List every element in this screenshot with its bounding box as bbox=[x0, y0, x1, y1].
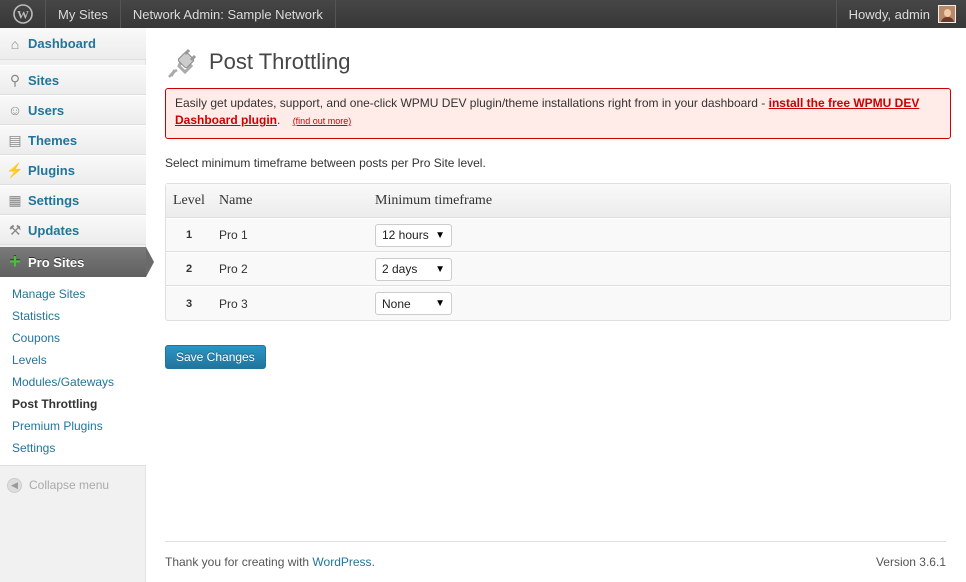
admin-bar: W My Sites Network Admin: Sample Network… bbox=[0, 0, 966, 28]
table-row: 3 Pro 3 None ▼ bbox=[166, 286, 950, 320]
howdy-label: Howdy, admin bbox=[848, 6, 930, 22]
submenu-levels[interactable]: Levels bbox=[0, 349, 146, 371]
main-content: Post Throttling Easily get updates, supp… bbox=[165, 28, 951, 369]
footer: Thank you for creating with WordPress. V… bbox=[165, 541, 946, 569]
timeframe-cell: 12 hours ▼ bbox=[368, 218, 950, 252]
wordpress-link[interactable]: WordPress bbox=[312, 555, 371, 569]
admin-bar-spacer bbox=[336, 0, 836, 28]
submenu-settings[interactable]: Settings bbox=[0, 437, 146, 459]
sidebar-item-sites[interactable]: ⚲ Sites bbox=[0, 65, 146, 95]
table-row: 2 Pro 2 2 days ▼ bbox=[166, 252, 950, 286]
sidebar-item-settings[interactable]: ▦ Settings bbox=[0, 185, 146, 215]
timeframe-cell: 2 days ▼ bbox=[368, 252, 950, 286]
level-cell: 2 bbox=[166, 252, 212, 286]
timeframe-select-pro-3[interactable]: None ▼ bbox=[375, 292, 452, 315]
timeframe-select-pro-2[interactable]: 2 days ▼ bbox=[375, 257, 452, 281]
pro-sites-submenu: Manage Sites Statistics Coupons Levels M… bbox=[0, 277, 146, 466]
plug-icon bbox=[168, 48, 197, 78]
collapse-arrow-icon: ◀ bbox=[7, 477, 22, 493]
chevron-down-icon: ▼ bbox=[435, 229, 445, 241]
plugins-icon: ⚡ bbox=[6, 161, 24, 178]
sites-icon: ⚲ bbox=[9, 71, 21, 88]
footer-version: Version 3.6.1 bbox=[875, 555, 946, 569]
submenu-manage-sites[interactable]: Manage Sites bbox=[0, 283, 146, 305]
sidebar-item-label: Updates bbox=[28, 222, 80, 238]
footer-thanks-text: Thank you for creating with bbox=[165, 555, 310, 569]
wordpress-logo-button[interactable]: W bbox=[0, 0, 46, 28]
sidebar-item-label: Themes bbox=[28, 132, 78, 148]
find-out-more-link[interactable]: (find out more) bbox=[293, 116, 352, 126]
select-value: 12 hours bbox=[382, 228, 429, 242]
sidebar-item-users[interactable]: ☺ Users bbox=[0, 95, 146, 125]
submenu-coupons[interactable]: Coupons bbox=[0, 327, 146, 349]
page-header: Post Throttling bbox=[165, 36, 951, 88]
sidebar-item-dashboard[interactable]: ⌂ Dashboard bbox=[0, 28, 146, 60]
users-icon: ☺ bbox=[7, 102, 23, 118]
my-sites-menu[interactable]: My Sites bbox=[46, 0, 121, 28]
table-row: 1 Pro 1 12 hours ▼ bbox=[166, 218, 950, 252]
wordpress-logo-icon: W bbox=[12, 4, 33, 24]
collapse-menu-button[interactable]: ◀ Collapse menu bbox=[0, 470, 146, 500]
submenu-post-throttling[interactable]: Post Throttling bbox=[0, 393, 146, 415]
sidebar-item-label: Sites bbox=[28, 72, 60, 88]
notice-text: Easily get updates, support, and one-cli… bbox=[175, 96, 766, 110]
submenu-statistics[interactable]: Statistics bbox=[0, 305, 146, 327]
column-header-name: Name bbox=[212, 184, 368, 218]
column-header-timeframe: Minimum timeframe bbox=[368, 184, 950, 218]
svg-text:W: W bbox=[17, 8, 29, 22]
avatar bbox=[938, 5, 956, 23]
notice-period: . bbox=[277, 113, 281, 127]
sidebar-item-plugins[interactable]: ⚡ Plugins bbox=[0, 155, 146, 185]
account-menu[interactable]: Howdy, admin bbox=[835, 0, 966, 28]
submenu-premium-plugins[interactable]: Premium Plugins bbox=[0, 415, 146, 437]
chevron-down-icon: ▼ bbox=[435, 298, 445, 309]
themes-icon: ▤ bbox=[8, 131, 22, 148]
plus-icon: + bbox=[9, 250, 21, 273]
level-cell: 1 bbox=[166, 218, 212, 252]
sidebar-item-label: Pro Sites bbox=[28, 254, 85, 270]
dashboard-notice: Easily get updates, support, and one-cli… bbox=[165, 88, 951, 139]
column-header-level: Level bbox=[166, 184, 212, 218]
name-cell: Pro 1 bbox=[212, 218, 368, 252]
select-value: 2 days bbox=[382, 262, 418, 276]
chevron-down-icon: ▼ bbox=[435, 263, 445, 275]
sidebar-item-themes[interactable]: ▤ Themes bbox=[0, 125, 146, 155]
table-header-row: Level Name Minimum timeframe bbox=[166, 184, 950, 218]
level-cell: 3 bbox=[166, 286, 212, 320]
submenu-modules-gateways[interactable]: Modules/Gateways bbox=[0, 371, 146, 393]
sidebar-item-label: Settings bbox=[28, 192, 80, 208]
timeframe-cell: None ▼ bbox=[368, 286, 950, 320]
sidebar-item-label: Dashboard bbox=[28, 36, 96, 51]
sidebar-item-label: Users bbox=[28, 102, 65, 118]
save-changes-button[interactable]: Save Changes bbox=[165, 345, 266, 369]
sidebar-item-label: Plugins bbox=[28, 162, 75, 178]
sidebar-item-pro-sites[interactable]: + Pro Sites bbox=[0, 247, 154, 277]
home-icon: ⌂ bbox=[10, 35, 20, 52]
select-value: None bbox=[382, 296, 411, 311]
timeframe-select-pro-1[interactable]: 12 hours ▼ bbox=[375, 223, 452, 247]
sidebar-item-updates[interactable]: ⚒ Updates bbox=[0, 215, 146, 245]
page-title: Post Throttling bbox=[209, 49, 351, 74]
name-cell: Pro 3 bbox=[212, 286, 368, 320]
settings-icon: ▦ bbox=[8, 191, 22, 208]
name-cell: Pro 2 bbox=[212, 252, 368, 286]
collapse-menu-label: Collapse menu bbox=[29, 478, 110, 492]
throttling-table: Level Name Minimum timeframe 1 Pro 1 12 … bbox=[165, 183, 951, 321]
updates-icon: ⚒ bbox=[8, 221, 22, 238]
footer-period: . bbox=[371, 555, 375, 569]
admin-menu: ⌂ Dashboard ⚲ Sites ☺ Users ▤ Themes ⚡ P… bbox=[0, 28, 154, 500]
page-description: Select minimum timeframe between posts p… bbox=[165, 156, 486, 170]
network-admin-menu[interactable]: Network Admin: Sample Network bbox=[121, 0, 336, 28]
footer-thanks: Thank you for creating with WordPress. bbox=[165, 555, 375, 569]
